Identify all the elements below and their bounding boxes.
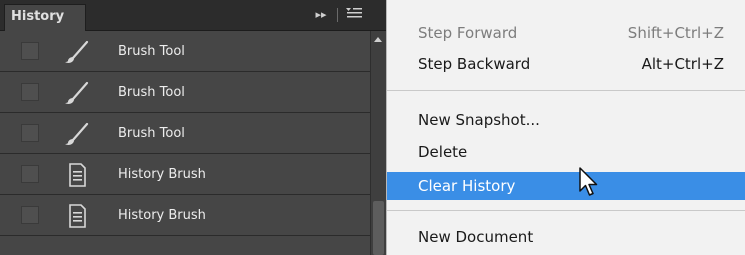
menu-item-label: Step Backward xyxy=(418,55,531,73)
panel-header: History ▸▸ xyxy=(0,0,386,31)
brush-icon xyxy=(64,80,90,106)
snapshot-source-checkbox[interactable] xyxy=(21,206,39,224)
menu-item-label: Delete xyxy=(418,143,468,161)
document-icon xyxy=(64,203,90,229)
brush-icon xyxy=(64,39,90,65)
mouse-cursor-icon xyxy=(579,167,601,199)
history-list: Brush Tool Brush Tool Brush Tool History… xyxy=(0,31,370,255)
menu-item-shortcut: Shift+Ctrl+Z xyxy=(627,24,724,42)
menu-item-step-backward[interactable]: Step Backward Alt+Ctrl+Z xyxy=(387,52,745,77)
snapshot-source-checkbox[interactable] xyxy=(21,165,39,183)
history-row-history-brush-2[interactable]: History Brush xyxy=(0,195,370,236)
history-row-history-brush-1[interactable]: History Brush xyxy=(0,154,370,195)
history-row-label: History Brush xyxy=(118,208,206,223)
brush-icon xyxy=(64,121,90,147)
snapshot-source-checkbox[interactable] xyxy=(21,42,39,60)
menu-item-label: Step Forward xyxy=(418,24,518,42)
menu-item-label: New Document xyxy=(418,228,534,246)
menu-item-new-document[interactable]: New Document xyxy=(387,225,745,250)
scroll-thumb[interactable] xyxy=(373,201,384,255)
snapshot-source-checkbox[interactable] xyxy=(21,83,39,101)
history-scrollbar[interactable] xyxy=(370,31,386,255)
snapshot-source-checkbox[interactable] xyxy=(21,124,39,142)
history-row-brush-1[interactable]: Brush Tool xyxy=(0,31,370,72)
history-row-label: Brush Tool xyxy=(118,85,185,100)
document-icon xyxy=(64,162,90,188)
tab-history[interactable]: History xyxy=(4,4,86,31)
history-panel: History ▸▸ Brush Tool Brush Tool Brush T… xyxy=(0,0,386,255)
history-context-menu: Step Forward Shift+Ctrl+Z Step Backward … xyxy=(386,0,745,255)
history-row-label: History Brush xyxy=(118,167,206,182)
menu-separator xyxy=(387,210,745,211)
menu-item-clear-history[interactable]: Clear History xyxy=(387,172,745,200)
menu-item-new-snapshot[interactable]: New Snapshot... xyxy=(387,108,745,133)
panel-menu-icon[interactable] xyxy=(343,6,365,24)
double-arrow-icon[interactable]: ▸▸ xyxy=(310,6,332,24)
scroll-up-arrow-icon[interactable] xyxy=(374,37,382,42)
menu-separator xyxy=(387,90,745,91)
menu-item-label: New Snapshot... xyxy=(418,111,540,129)
history-row-label: Brush Tool xyxy=(118,44,185,59)
history-row-brush-2[interactable]: Brush Tool xyxy=(0,72,370,113)
history-row-brush-3[interactable]: Brush Tool xyxy=(0,113,370,154)
menu-item-label: Clear History xyxy=(418,177,516,195)
header-divider xyxy=(337,8,338,22)
menu-item-delete[interactable]: Delete xyxy=(387,140,745,165)
history-row-label: Brush Tool xyxy=(118,126,185,141)
menu-item-step-forward[interactable]: Step Forward Shift+Ctrl+Z xyxy=(387,21,745,46)
menu-item-shortcut: Alt+Ctrl+Z xyxy=(641,55,724,73)
